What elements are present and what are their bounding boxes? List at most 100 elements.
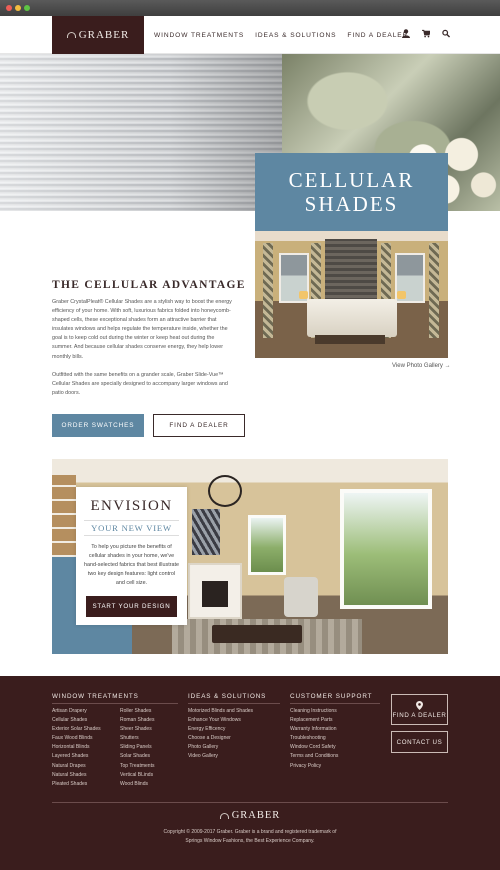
window-chrome xyxy=(0,0,500,16)
footer-divider xyxy=(290,703,380,704)
footer-links-support: Cleaning Instructions Replacement Parts … xyxy=(290,707,338,771)
site-header: GRABER WINDOW TREATMENTS IDEAS & SOLUTIO… xyxy=(0,16,500,54)
site-footer: WINDOW TREATMENTS Artisan Drapery Cellul… xyxy=(0,676,500,870)
footer-find-dealer-button[interactable]: FIND A DEALER xyxy=(391,694,448,725)
lamp-image xyxy=(299,291,308,299)
copyright-text: Copyright © 2009-2017 Graber. Graber is … xyxy=(150,828,350,846)
curtain-image xyxy=(429,243,439,338)
footer-divider xyxy=(52,703,178,704)
search-icon[interactable] xyxy=(442,29,450,38)
maximize-window-button[interactable] xyxy=(24,5,30,11)
footer-links-wt-col2: Roller Shades Roman Shades Sheer Shades … xyxy=(120,707,154,789)
footer-divider xyxy=(188,703,280,704)
footer-link[interactable]: Exterior Solar Shades xyxy=(52,725,101,734)
footer-link[interactable]: Motorized Blinds and Shades xyxy=(188,707,253,716)
map-pin-icon xyxy=(416,700,423,710)
bookshelf-image xyxy=(52,475,76,557)
nav-window-treatments[interactable]: WINDOW TREATMENTS xyxy=(154,32,244,39)
advantage-paragraph-1: Graber CrystalPleat® Cellular Shades are… xyxy=(52,299,232,360)
brand-logo[interactable]: GRABER xyxy=(52,16,144,54)
header-icons xyxy=(402,29,450,38)
footer-link[interactable]: Vertical BLinds xyxy=(120,771,154,780)
footer-link[interactable]: Solar Shades xyxy=(120,752,154,761)
stone-wall-image xyxy=(325,239,377,301)
envision-card: ENVISION YOUR NEW VIEW To help you pictu… xyxy=(76,487,187,625)
footer-link[interactable]: Pleated Shades xyxy=(52,780,101,789)
footer-link[interactable]: Natural Drapes xyxy=(52,762,101,771)
footer-heading-ideas: IDEAS & SOLUTIONS xyxy=(188,693,267,700)
armchair-image xyxy=(284,577,318,617)
hero-cellular-shade-image xyxy=(0,54,282,211)
cart-icon[interactable] xyxy=(422,29,430,38)
footer-heading-window-treatments: WINDOW TREATMENTS xyxy=(52,693,139,700)
page-title-line2: SHADES xyxy=(304,192,399,216)
section-title: THE CELLULAR ADVANTAGE xyxy=(52,279,246,291)
lamp-image xyxy=(397,291,406,299)
footer-link[interactable]: Replacement Parts xyxy=(290,716,338,725)
footer-link[interactable]: Wood Blinds xyxy=(120,780,154,789)
footer-brand-name: GRABER xyxy=(231,810,281,821)
footer-link[interactable]: Sliding Panels xyxy=(120,743,154,752)
brand-name: GRABER xyxy=(78,29,130,41)
footer-link[interactable]: Privacy Policy xyxy=(290,762,338,771)
copyright-line-1: Copyright © 2009-2017 Graber. Graber is … xyxy=(163,829,337,835)
footer-link[interactable]: Faux Wood Blinds xyxy=(52,734,101,743)
footer-link[interactable]: Top Treatments xyxy=(120,762,154,771)
footer-link[interactable]: Troubleshooting xyxy=(290,734,338,743)
start-your-design-button[interactable]: START YOUR DESIGN xyxy=(86,596,177,617)
order-swatches-button[interactable]: ORDER SWATCHES xyxy=(52,414,144,437)
nav-ideas-solutions[interactable]: IDEAS & SOLUTIONS xyxy=(255,32,336,39)
wall-art-image xyxy=(192,509,220,555)
footer-link[interactable]: Window Cord Safety xyxy=(290,743,338,752)
footer-links-ideas: Motorized Blinds and Shades Enhance Your… xyxy=(188,707,253,762)
footer-link[interactable]: Layered Shades xyxy=(52,752,101,761)
footer-link[interactable]: Cleaning Instructions xyxy=(290,707,338,716)
footer-link[interactable]: Sheer Shades xyxy=(120,725,154,734)
envision-text: To help you picture the benefits of cell… xyxy=(84,544,179,586)
user-icon[interactable] xyxy=(402,29,410,38)
coffee-table-image xyxy=(212,625,302,643)
footer-link[interactable]: Terms and Conditions xyxy=(290,752,338,761)
footer-link[interactable]: Natural Shades xyxy=(52,771,101,780)
footer-link[interactable]: Energy Efficency xyxy=(188,725,253,734)
logo-arch-icon xyxy=(66,32,76,38)
close-window-button[interactable] xyxy=(6,5,12,11)
footer-find-dealer-label: FIND A DEALER xyxy=(392,711,447,719)
logo-arch-icon xyxy=(219,812,229,819)
large-window-image xyxy=(340,489,432,609)
page-title-line1: CELLULAR xyxy=(288,168,415,192)
contact-us-button[interactable]: CONTACT US xyxy=(391,731,448,753)
footer-link[interactable]: Roman Shades xyxy=(120,716,154,725)
footer-link[interactable]: Shutters xyxy=(120,734,154,743)
bed-image xyxy=(307,299,397,337)
footer-bottom-divider xyxy=(52,802,448,803)
minimize-window-button[interactable] xyxy=(15,5,21,11)
footer-links-wt-col1: Artisan Drapery Cellular Shades Exterior… xyxy=(52,707,101,789)
footer-link[interactable]: Horizontal Blinds xyxy=(52,743,101,752)
footer-logo[interactable]: GRABER xyxy=(0,810,500,821)
page-title-box: CELLULAR SHADES xyxy=(255,153,448,231)
copyright-line-2: Springs Window Fashions, the Best Experi… xyxy=(185,838,315,844)
bedroom-photo[interactable] xyxy=(255,231,448,358)
footer-link[interactable]: Cellular Shades xyxy=(52,716,101,725)
main-nav: WINDOW TREATMENTS IDEAS & SOLUTIONS FIND… xyxy=(154,16,408,54)
chandelier-image xyxy=(208,475,242,507)
footer-link[interactable]: Enhance Your Windows xyxy=(188,716,253,725)
footer-link[interactable]: Video Gallery xyxy=(188,752,253,761)
window-image xyxy=(248,515,286,575)
view-photo-gallery-link[interactable]: View Photo Gallery → xyxy=(392,363,451,369)
footer-link[interactable]: Artisan Drapery xyxy=(52,707,101,716)
nav-find-dealer[interactable]: FIND A DEALER xyxy=(347,32,408,39)
footer-link[interactable]: Photo Gallery xyxy=(188,743,253,752)
footer-link[interactable]: Roller Shades xyxy=(120,707,154,716)
curtain-image xyxy=(263,243,273,338)
bench-image xyxy=(315,335,385,344)
footer-link[interactable]: Warranty Information xyxy=(290,725,338,734)
firebox-image xyxy=(202,581,228,607)
envision-title: ENVISION xyxy=(90,498,173,514)
advantage-paragraph-2: Outfitted with the same benefits on a gr… xyxy=(52,372,228,397)
footer-heading-support: CUSTOMER SUPPORT xyxy=(290,693,373,700)
find-dealer-button[interactable]: FIND A DEALER xyxy=(153,414,245,437)
envision-subtitle: YOUR NEW VIEW xyxy=(84,520,179,536)
footer-link[interactable]: Choose a Designer xyxy=(188,734,253,743)
